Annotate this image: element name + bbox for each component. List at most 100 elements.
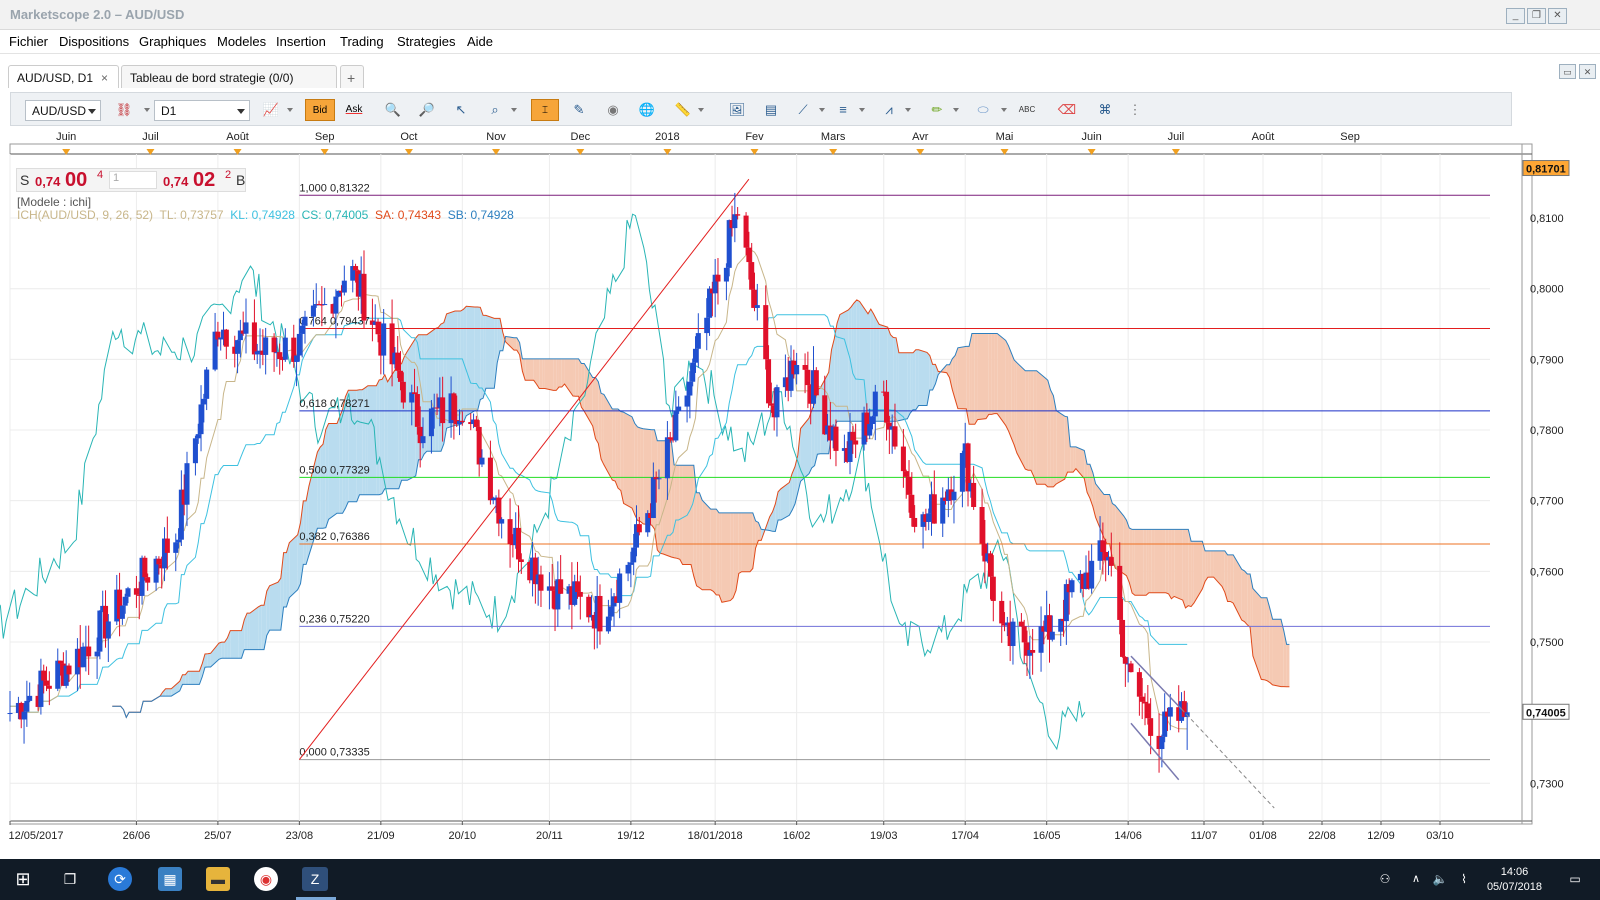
edit-chart-icon[interactable]: ✎ — [567, 99, 591, 121]
crosshair-icon[interactable]: ⌶ — [531, 99, 559, 121]
cursor-icon[interactable]: ↖ — [449, 99, 473, 121]
candle-body — [105, 621, 111, 639]
cloud-segment — [1174, 529, 1183, 601]
candle-body — [428, 408, 434, 437]
candle-body — [1049, 631, 1055, 640]
restore-icon[interactable]: ❐ — [1527, 8, 1546, 24]
date-label: 23/08 — [286, 830, 314, 842]
chart-type-icon[interactable]: 📈 — [259, 99, 283, 121]
cloud-segment — [258, 605, 262, 650]
cloud-segment — [1008, 345, 1012, 438]
image-icon[interactable]: 🖼 — [725, 99, 749, 121]
candle-body — [853, 440, 859, 445]
cloud-segment — [1154, 529, 1163, 593]
menu-strategies[interactable]: Strategies — [397, 34, 456, 49]
ask-button[interactable]: Ask — [339, 99, 369, 121]
candle-body — [990, 576, 996, 601]
candle-body — [1021, 626, 1027, 643]
top-price-tag: 0,81701 — [1526, 164, 1566, 176]
ruler-icon[interactable]: 📏 — [671, 99, 695, 121]
windows-start-icon[interactable]: ⊞ — [11, 867, 35, 891]
bid-button[interactable]: Bid — [305, 99, 335, 121]
cloud-segment — [1286, 644, 1290, 687]
hierarchy-icon[interactable]: ⌘ — [1093, 99, 1117, 121]
candle-body — [987, 553, 994, 577]
cloud-segment — [615, 409, 618, 489]
month-label: Avr — [912, 131, 929, 143]
file-explorer-icon[interactable]: ▬ — [206, 867, 230, 891]
close-icon[interactable]: ✕ — [1548, 8, 1567, 24]
taskbar-clock[interactable]: 14:06 05/07/2018 — [1487, 865, 1542, 895]
candle-body — [1136, 672, 1142, 697]
task-view-icon[interactable]: ❐ — [58, 867, 82, 891]
globe-icon[interactable]: 🌐 — [635, 99, 659, 121]
timeframe-select[interactable]: D1 — [154, 100, 250, 121]
zoom-area-icon[interactable]: ⌕ — [483, 99, 507, 121]
trendline-icon[interactable]: ⟋ — [791, 99, 815, 121]
cloud-segment — [460, 309, 464, 425]
zoom-in-icon[interactable]: 🔍 — [381, 99, 405, 121]
symbol-select[interactable]: AUD/USD — [25, 100, 101, 121]
menu-fichier[interactable]: Fichier — [9, 34, 48, 49]
volume-icon[interactable]: 🔈 — [1428, 867, 1452, 891]
panel-close-icon[interactable]: ✕ — [1579, 64, 1596, 79]
candle-body — [1128, 663, 1134, 673]
sell-pips[interactable]: 00 — [65, 169, 87, 192]
candle-body — [605, 616, 611, 632]
cloud-segment — [699, 492, 703, 590]
menu-graphiques[interactable]: Graphiques — [139, 34, 206, 49]
chart-area[interactable]: Juin Juil Août Sep Oct Nov Dec 2018 Fev Mars Avr Ma… — [0, 128, 1600, 844]
eraser-icon[interactable]: ⌫ — [1055, 99, 1079, 121]
menu-aide[interactable]: Aide — [467, 34, 493, 49]
chrome-icon[interactable]: ◉ — [254, 867, 278, 891]
network-icon[interactable]: ⌇ — [1452, 867, 1476, 891]
cloud-segment — [165, 688, 169, 697]
ellipse-icon[interactable]: ⬭ — [971, 99, 995, 121]
cloud-segment — [404, 351, 408, 481]
buy-price[interactable]: 0,74 — [163, 174, 188, 189]
menu-trading[interactable]: Trading — [340, 34, 384, 49]
candle-body — [768, 403, 774, 406]
toolbar-more-icon[interactable]: ⋮ — [1123, 99, 1147, 121]
eye-icon[interactable]: ◉ — [601, 99, 625, 121]
marketscope-taskbar-icon[interactable]: Z — [302, 867, 328, 891]
add-tab-button[interactable]: + — [340, 65, 364, 88]
span-b-value: SB: 0,74928 — [447, 208, 514, 222]
people-icon[interactable]: ⚇ — [1373, 867, 1397, 891]
sell-price[interactable]: 0,74 — [35, 174, 60, 189]
chevron-up-icon[interactable]: ∧ — [1404, 867, 1428, 891]
price-chart[interactable]: Juin Juil Août Sep Oct Nov Dec 2018 Fev Mars Avr Ma… — [0, 128, 1600, 844]
cloud-segment — [918, 349, 927, 406]
cloud-segment — [1165, 529, 1169, 594]
tab-aud-usd-d1[interactable]: AUD/USD, D1 × — [8, 65, 119, 88]
candle-body — [201, 398, 207, 405]
notifications-icon[interactable]: ▭ — [1563, 867, 1587, 891]
cloud-segment — [424, 334, 427, 455]
menu-dispositions[interactable]: Dispositions — [59, 34, 129, 49]
tab-strategy-dashboard[interactable]: Tableau de bord strategie (0/0) — [121, 65, 337, 88]
app-icon-control-panel[interactable]: ▦ — [158, 867, 182, 891]
indicator-icon[interactable]: ▤ — [759, 99, 783, 121]
cloud-segment — [553, 358, 557, 391]
text-icon[interactable]: ABC — [1015, 99, 1039, 121]
panel-restore-icon[interactable]: ▭ — [1559, 64, 1576, 79]
candle-body — [1122, 656, 1128, 664]
menu-modeles[interactable]: Modeles — [217, 34, 266, 49]
cloud-segment — [907, 352, 911, 419]
link-icon[interactable]: ⛓ — [112, 99, 136, 121]
cloud-segment — [1123, 515, 1127, 576]
menu-insertion[interactable]: Insertion — [276, 34, 326, 49]
horizontal-lines-icon[interactable]: ≡ — [831, 99, 855, 121]
fibonacci-label: 0,764 0,79437 — [299, 315, 369, 327]
candle-body — [625, 564, 631, 574]
candle-body — [1148, 718, 1154, 736]
fan-icon[interactable]: ⩘ — [877, 99, 901, 121]
pencil-icon[interactable]: ✏ — [925, 99, 949, 121]
minimize-icon[interactable]: _ — [1506, 8, 1525, 24]
zoom-out-icon[interactable]: 🔎 — [415, 99, 439, 121]
cloud-segment — [985, 333, 989, 419]
buy-pips[interactable]: 02 — [193, 169, 215, 192]
amount-field[interactable]: 1 — [109, 171, 157, 189]
app-icon-sync[interactable]: ⟳ — [108, 867, 132, 891]
close-tab-icon[interactable]: × — [101, 71, 108, 85]
